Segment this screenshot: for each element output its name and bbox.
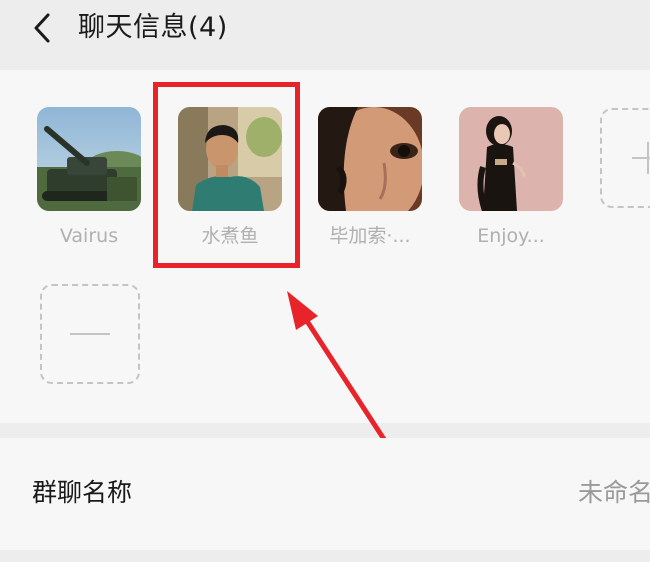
plus-icon bbox=[632, 142, 650, 174]
member-name: Enjoy... bbox=[477, 225, 545, 247]
member-name: 毕加索·... bbox=[329, 225, 411, 247]
chevron-left-icon bbox=[34, 13, 50, 43]
divider bbox=[0, 550, 650, 562]
highlight-box bbox=[153, 82, 300, 268]
group-name-label: 群聊名称 bbox=[32, 478, 133, 507]
top-bar: 聊天信息(4) bbox=[0, 0, 650, 70]
group-name-row[interactable]: 群聊名称 未命名 bbox=[0, 438, 650, 550]
page-title: 聊天信息(4) bbox=[78, 12, 228, 43]
remove-member-button[interactable] bbox=[40, 284, 140, 384]
minus-icon bbox=[70, 333, 110, 335]
avatar bbox=[37, 107, 141, 211]
member-item-bijiasuo[interactable]: 毕加索·... bbox=[318, 107, 422, 249]
avatar bbox=[459, 107, 563, 211]
member-name: Vairus bbox=[59, 225, 119, 247]
avatar bbox=[318, 107, 422, 211]
add-member-button[interactable] bbox=[600, 108, 650, 208]
member-item-enjoy[interactable]: Enjoy... bbox=[459, 107, 563, 249]
back-button[interactable] bbox=[22, 10, 62, 46]
group-name-value: 未命名 bbox=[578, 478, 650, 507]
member-item-vairus[interactable]: Vairus bbox=[37, 107, 141, 249]
member-grid: Vairus 水煮鱼 毕加索·... Enjoy... bbox=[0, 70, 650, 423]
